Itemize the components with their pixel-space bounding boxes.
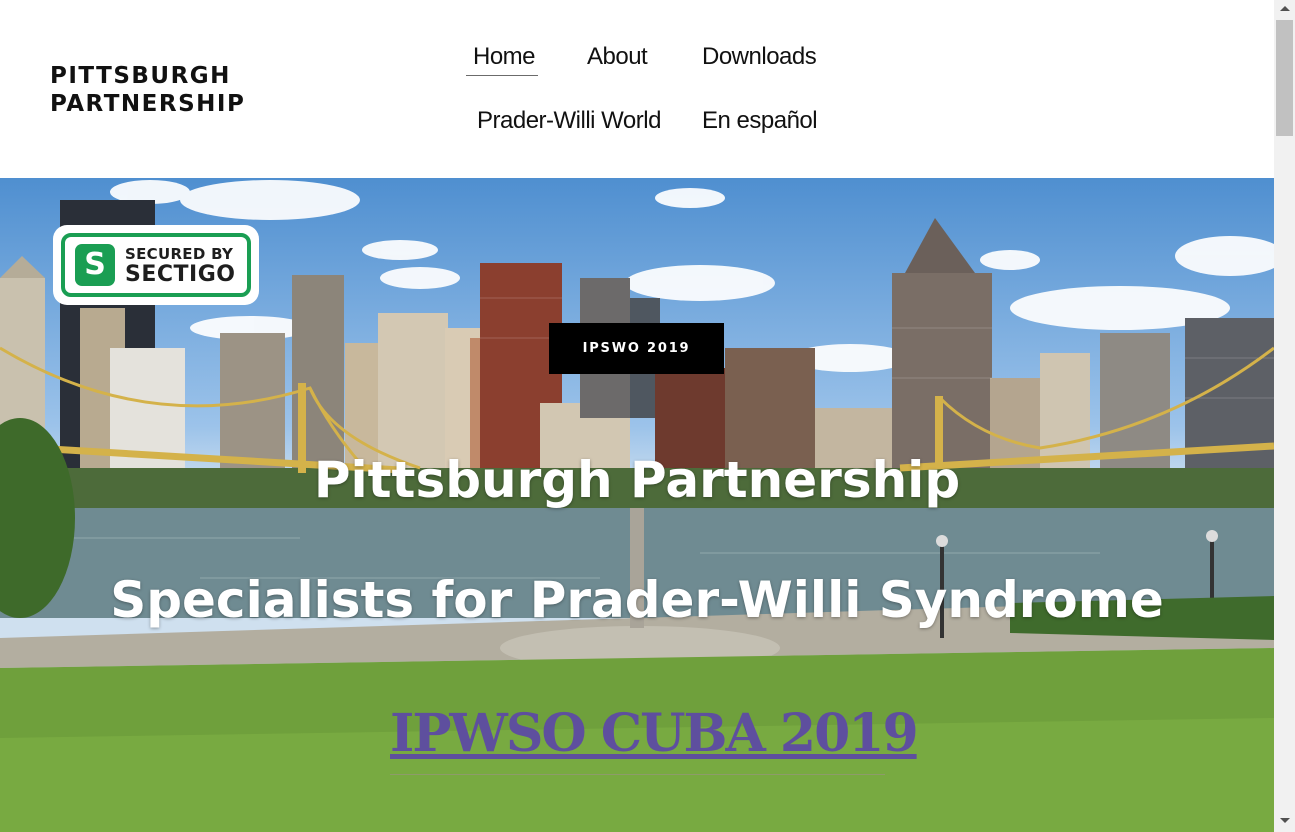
nav-en-espanol[interactable]: En español [702,107,818,135]
sectigo-badge-frame: S SECURED BY SECTIGO [61,233,251,297]
site-logo[interactable]: PITTSBURGH PARTNERSHIP [50,62,245,118]
nav-prader-willi-world[interactable]: Prader-Willi World [477,107,661,135]
hero-title: Pittsburgh Partnership [313,451,961,509]
sectigo-badge-line-2: SECTIGO [125,262,236,287]
nav-about[interactable]: About [587,43,648,71]
hero-banner: S SECURED BY SECTIGO IPSWO 2019 Pittsbur… [0,178,1274,832]
page-scrollbar[interactable] [1274,0,1295,832]
scrollbar-thumb[interactable] [1276,20,1293,136]
hero-subtitle: Specialists for Prader-Willi Syndrome [110,571,1164,629]
ipwso-cuba-2019-link[interactable]: IPWSO CUBA 2019 [390,703,919,764]
logo-line-1: PITTSBURGH [50,63,231,89]
nav-home[interactable]: Home [473,43,536,71]
sectigo-s-icon: S [75,244,115,286]
nav-downloads[interactable]: Downloads [702,43,817,71]
ipwso-cuba-underline [390,774,885,775]
nav-home-active-indicator [466,75,538,76]
ipswo-2019-button[interactable]: IPSWO 2019 [549,323,724,374]
sectigo-secured-badge[interactable]: S SECURED BY SECTIGO [53,225,259,305]
site-header: PITTSBURGH PARTNERSHIP Home About Downlo… [0,0,1274,178]
logo-line-2: PARTNERSHIP [50,91,246,117]
scroll-down-arrow-icon[interactable] [1280,818,1290,823]
sectigo-badge-line-1: SECURED BY [125,245,234,263]
scroll-up-arrow-icon[interactable] [1280,6,1290,11]
